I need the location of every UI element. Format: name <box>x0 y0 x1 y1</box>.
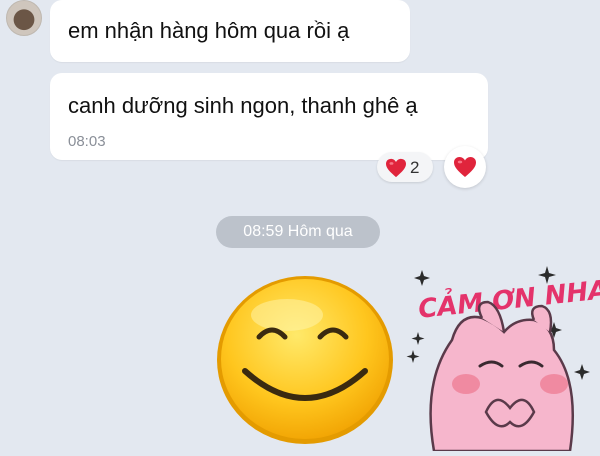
message-text: em nhận hàng hôm qua rồi ạ <box>68 18 350 43</box>
reaction-count: 2 <box>410 158 420 177</box>
thank-you-sticker[interactable]: CẢM ƠN NHA! <box>404 262 600 456</box>
message-text: canh dưỡng sinh ngon, thanh ghê ạ <box>68 93 418 118</box>
date-separator: 08:59 Hôm qua <box>216 216 380 248</box>
message-time: 08:03 <box>68 133 106 150</box>
message-bubble[interactable]: em nhận hàng hôm qua rồi ạ <box>50 0 410 62</box>
smile-emoji[interactable] <box>215 275 395 450</box>
reaction-summary[interactable]: 2 <box>377 152 433 182</box>
heart-icon <box>385 158 407 183</box>
add-reaction-button[interactable] <box>444 146 486 188</box>
heart-icon <box>453 156 477 183</box>
message-bubble[interactable]: canh dưỡng sinh ngon, thanh ghê ạ 08:03 <box>50 73 488 160</box>
sticker-text: CẢM ƠN NHA! <box>416 269 600 325</box>
contact-avatar[interactable] <box>6 0 42 36</box>
